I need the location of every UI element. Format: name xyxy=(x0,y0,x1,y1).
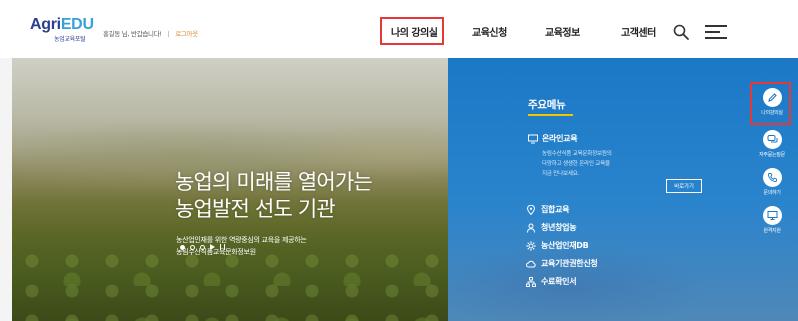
user-greeting: 홍길동 님, 반갑습니다! | 로그아웃 xyxy=(103,28,198,38)
menu-item-label: 집합교육 xyxy=(541,205,570,214)
online-desc-line-1: 농림수산식품 교육문화정보원의 xyxy=(542,151,612,157)
search-icon[interactable] xyxy=(673,24,689,40)
slide-dot-3[interactable] xyxy=(200,244,205,250)
menu-item-label: 농산업인재DB xyxy=(541,241,589,250)
quick-item-faq[interactable]: 자주묻는질문 xyxy=(750,130,794,158)
play-icon[interactable] xyxy=(210,244,215,250)
greeting-separator: | xyxy=(167,30,170,38)
site-header: AgriEDU 농업교육포털 홍길동 님, 반갑습니다! | 로그아웃 나의 강… xyxy=(0,0,798,58)
menu-item-label: 수료확인서 xyxy=(541,277,577,286)
logo-wordmark: AgriEDU xyxy=(30,17,94,33)
logo-wordmark-agri: Agri xyxy=(30,16,61,33)
quick-item-circle xyxy=(762,206,782,225)
gear-icon xyxy=(526,240,536,251)
online-education-desc: 농림수산식품 교육문화정보원의 다양하고 생생한 온라인 교육을 지금 만나보세… xyxy=(542,149,612,179)
menu-item-label: 교육기관권한신청 xyxy=(541,259,598,268)
logout-link[interactable]: 로그아웃 xyxy=(175,30,198,38)
greeting-text: 홍길동 님, 반갑습니다! xyxy=(103,30,162,38)
quick-item-label: 자주묻는질문 xyxy=(759,152,785,158)
slide-dot-2[interactable] xyxy=(190,244,195,250)
nav-item-education-info[interactable]: 교육정보 xyxy=(545,24,580,39)
online-desc-line-2: 다양하고 생생한 온라인 교육을 xyxy=(542,161,610,167)
quick-item-remote-support[interactable]: 원격지원 xyxy=(750,206,794,234)
menu-item-talent-db[interactable]: 농산업인재DB xyxy=(526,240,589,251)
phone-icon xyxy=(767,173,777,183)
site-logo[interactable]: AgriEDU 농업교육포털 xyxy=(30,17,94,44)
menu-item-group-education[interactable]: 집합교육 xyxy=(526,204,570,215)
nav-highlight-box xyxy=(380,17,444,45)
hero-section: 농업의 미래를 열어가는 농업발전 선도 기관 농산업인재를 위한 역량중심의 … xyxy=(0,58,798,321)
nav-item-customer-center[interactable]: 고객센터 xyxy=(621,24,656,39)
chat-icon xyxy=(767,135,777,143)
monitor-icon xyxy=(767,211,777,220)
nav-item-education-apply[interactable]: 교육신청 xyxy=(472,24,507,39)
page: AgriEDU 농업교육포털 홍길동 님, 반갑습니다! | 로그아웃 나의 강… xyxy=(0,0,798,321)
quick-item-label: 원격지원 xyxy=(763,228,781,234)
cloud-icon xyxy=(526,260,536,267)
hamburger-menu-icon[interactable] xyxy=(705,25,729,39)
main-menu-panel: 주요메뉴 온라인교육 농림수산식품 교육문화정보원의 다양하고 생생한 온라인 … xyxy=(448,58,798,321)
person-icon xyxy=(527,223,535,233)
hero-title-line-1: 농업의 미래를 열어가는 xyxy=(175,170,373,194)
logo-wordmark-edu: EDU xyxy=(60,16,94,33)
menu-item-institution-auth[interactable]: 교육기관권한신청 xyxy=(526,258,598,269)
logo-subtitle: 농업교육포털 xyxy=(54,36,86,43)
slider-controls xyxy=(180,244,225,250)
online-desc-line-3: 지금 만나보세요. xyxy=(542,171,580,177)
quick-item-inquiry[interactable]: 문의하기 xyxy=(750,168,794,196)
monitor-icon xyxy=(528,134,538,143)
location-icon xyxy=(526,204,536,215)
pause-icon[interactable] xyxy=(220,244,225,250)
quick-item-circle xyxy=(762,168,782,187)
quick-item-label: 문의하기 xyxy=(763,190,781,196)
quick-item-circle xyxy=(762,130,782,149)
online-education-more-button[interactable]: 바로가기 xyxy=(666,179,702,193)
main-menu-title: 주요메뉴 xyxy=(528,99,566,111)
quick-menu-highlight-box xyxy=(750,82,791,125)
hero-title: 농업의 미래를 열어가는 농업발전 선도 기관 xyxy=(175,169,373,223)
hero-left-gutter xyxy=(0,58,12,321)
online-education-label: 온라인교육 xyxy=(542,134,578,143)
menu-item-label: 청년창업농 xyxy=(541,223,577,232)
slide-dot-1[interactable] xyxy=(180,244,185,250)
main-menu-title-underline xyxy=(528,114,573,116)
online-education-link[interactable]: 온라인교육 xyxy=(528,133,578,144)
hero-title-line-2: 농업발전 선도 기관 xyxy=(175,197,336,221)
org-chart-icon xyxy=(526,276,536,287)
menu-item-young-farmer[interactable]: 청년창업농 xyxy=(526,222,577,233)
menu-item-certificate[interactable]: 수료확인서 xyxy=(526,276,577,287)
